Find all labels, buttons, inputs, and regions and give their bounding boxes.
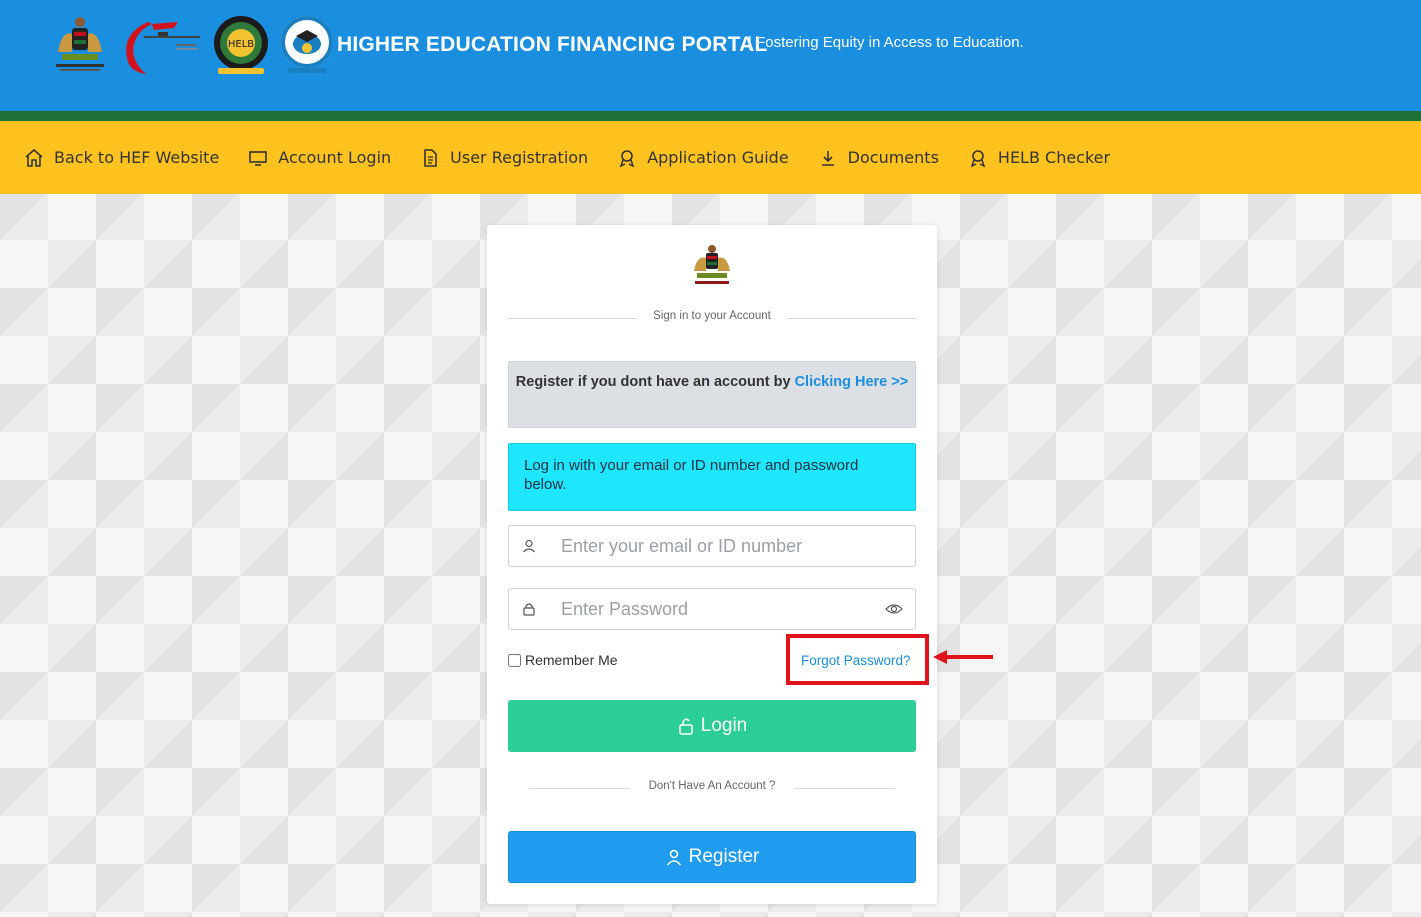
login-card: Sign in to your Account Register if you … (487, 225, 993, 904)
remember-me-checkbox[interactable] (508, 653, 521, 667)
lock-icon (523, 603, 535, 616)
monitor-icon (249, 150, 268, 166)
remember-me-label: Remember Me (525, 652, 618, 668)
helb-logo-icon: HELB (212, 14, 270, 76)
download-icon (821, 150, 834, 166)
green-band (0, 111, 1421, 121)
no-account-caption: Don't Have An Account ? (630, 780, 794, 792)
password-input[interactable] (561, 590, 885, 628)
arrow-left-icon (933, 650, 993, 664)
partner-logos: HELB (52, 14, 334, 76)
nav-label: HELB Checker (997, 148, 1111, 167)
register-prompt-text: Register if you dont have an account by (515, 374, 791, 390)
nav-helb-checker[interactable]: HELB Checker (968, 148, 1110, 168)
nav-label: User Registration (450, 148, 589, 167)
register-button-label: Register (688, 846, 760, 867)
site-header: HELB HIGHER EDUCATION FINANCING PORTAL |… (0, 0, 1421, 111)
nav-user-registration[interactable]: User Registration (420, 148, 588, 168)
eye-icon[interactable] (885, 600, 903, 618)
forgot-password-link[interactable]: Forgot Password? (801, 653, 911, 668)
coat-of-arms-icon (694, 245, 730, 284)
portal-title: HIGHER EDUCATION FINANCING PORTAL (337, 33, 768, 56)
coat-of-arms-icon (52, 14, 108, 76)
award-icon (619, 149, 635, 167)
email-field (508, 525, 916, 567)
register-link[interactable]: Clicking Here >> (795, 374, 909, 390)
ministry-logo-icon (118, 14, 202, 76)
register-button[interactable]: Register (508, 831, 916, 883)
remember-me: Remember Me (508, 652, 618, 668)
portal-tagline: | Fostering Equity in Access to Educatio… (748, 34, 1024, 51)
signin-caption: Sign in to your Account (637, 310, 787, 322)
award-icon (970, 149, 986, 167)
login-button[interactable]: Login (508, 700, 916, 752)
nav-back-to-hef-website[interactable]: Back to HEF Website (24, 148, 219, 168)
register-prompt-box: Register if you dont have an account by … (508, 361, 916, 428)
nav-label: Documents (847, 148, 939, 167)
main-nav: Back to HEF Website Account Login User R… (0, 121, 1421, 194)
email-input[interactable] (561, 527, 915, 565)
password-field (508, 588, 916, 630)
nav-label: Back to HEF Website (54, 148, 220, 167)
nav-label: Application Guide (647, 148, 789, 167)
unlock-icon (678, 718, 693, 735)
kuccps-logo-icon (280, 14, 334, 76)
nav-application-guide[interactable]: Application Guide (617, 148, 789, 168)
user-icon (666, 849, 681, 866)
nav-label: Account Login (278, 148, 392, 167)
nav-account-login[interactable]: Account Login (248, 148, 391, 168)
login-button-label: Login (700, 715, 748, 736)
user-icon (523, 539, 535, 553)
login-info-alert: Log in with your email or ID number and … (508, 443, 916, 511)
nav-documents[interactable]: Documents (818, 148, 939, 168)
svg-text:HELB: HELB (228, 39, 254, 50)
document-icon (424, 148, 437, 167)
home-icon (25, 148, 43, 167)
